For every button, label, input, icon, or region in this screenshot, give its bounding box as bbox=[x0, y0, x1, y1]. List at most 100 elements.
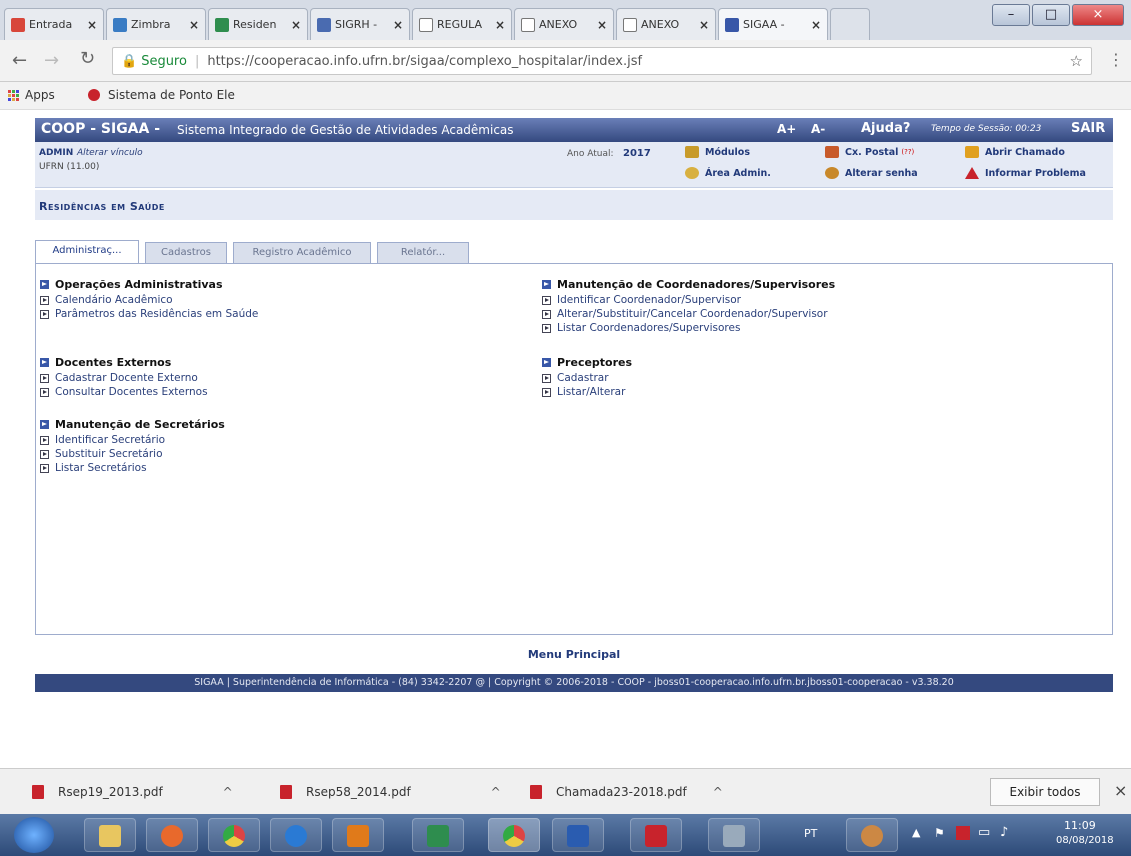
logout-link[interactable]: SAIR bbox=[1071, 121, 1105, 136]
browser-tab-anexo-1[interactable]: ANEXO × bbox=[514, 8, 614, 40]
tab-relatorios[interactable]: Relatór... bbox=[377, 242, 469, 264]
menu-link-cadastrar-docente[interactable]: Cadastrar Docente Externo bbox=[40, 371, 208, 385]
taskbar-app-2[interactable] bbox=[846, 818, 898, 852]
bookmark-apps[interactable]: Apps bbox=[8, 88, 55, 102]
session-timer: Tempo de Sessão: 00:23 bbox=[931, 124, 1042, 134]
maximize-icon[interactable]: □ bbox=[1032, 4, 1070, 26]
menu-link-listar-secretarios[interactable]: Listar Secretários bbox=[40, 461, 225, 475]
show-all-downloads-button[interactable]: Exibir todos bbox=[990, 778, 1100, 806]
taskbar-chrome-active[interactable] bbox=[488, 818, 540, 852]
tab-administracao[interactable]: Administraç... bbox=[35, 240, 139, 265]
tab-label: SIGRH - bbox=[335, 18, 378, 31]
network-icon[interactable]: ▭ bbox=[978, 825, 990, 840]
close-tab-icon[interactable]: × bbox=[811, 18, 821, 32]
admin-area-link[interactable]: Área Admin. bbox=[685, 167, 771, 179]
volume-icon[interactable]: ♪ bbox=[1000, 825, 1008, 840]
bookmark-ponto[interactable]: Sistema de Ponto Ele bbox=[88, 88, 235, 102]
item-label: Identificar Secretário bbox=[55, 434, 166, 446]
chevron-up-icon[interactable]: ^ bbox=[713, 785, 723, 799]
menu-link-cadastrar-preceptor[interactable]: Cadastrar bbox=[542, 371, 632, 385]
clock-date[interactable]: 08/08/2018 bbox=[1056, 835, 1114, 846]
download-item[interactable]: Rsep19_2013.pdf ^ bbox=[32, 779, 233, 805]
close-tab-icon[interactable]: × bbox=[699, 18, 709, 32]
section-title: Preceptores bbox=[542, 356, 632, 369]
taskbar-acrobat[interactable] bbox=[630, 818, 682, 852]
taskbar-word[interactable] bbox=[552, 818, 604, 852]
back-arrow-icon[interactable]: ← bbox=[12, 50, 27, 71]
browser-tab-residencia[interactable]: Residen × bbox=[208, 8, 308, 40]
word-icon bbox=[567, 825, 589, 847]
chrome-icon bbox=[503, 825, 525, 847]
close-window-icon[interactable]: × bbox=[1072, 4, 1124, 26]
modules-link[interactable]: Módulos bbox=[685, 146, 750, 158]
font-decrease-button[interactable]: A- bbox=[811, 122, 825, 136]
star-icon[interactable]: ☆ bbox=[1070, 52, 1083, 70]
browser-tab-entrada[interactable]: Entrada × bbox=[4, 8, 104, 40]
forward-arrow-icon[interactable]: → bbox=[44, 50, 59, 71]
change-password-link[interactable]: Alterar senha bbox=[825, 167, 918, 179]
tab-label: ANEXO bbox=[539, 18, 578, 31]
report-problem-link[interactable]: Informar Problema bbox=[965, 167, 1086, 179]
menu-link-identificar-secretario[interactable]: Identificar Secretário bbox=[40, 433, 225, 447]
folder-icon bbox=[99, 825, 121, 847]
chevron-up-icon[interactable]: ^ bbox=[491, 785, 501, 799]
close-tab-icon[interactable]: × bbox=[495, 18, 505, 32]
close-tab-icon[interactable]: × bbox=[597, 18, 607, 32]
menu-link-parametros[interactable]: Parâmetros das Residências em Saúde bbox=[40, 307, 258, 321]
bookmark-label: Sistema de Ponto Ele bbox=[108, 88, 235, 102]
tab-cadastros[interactable]: Cadastros bbox=[145, 242, 227, 264]
tray-up-icon[interactable]: ▲ bbox=[912, 826, 920, 839]
menu-link-identificar-coordenador[interactable]: Identificar Coordenador/Supervisor bbox=[542, 293, 835, 307]
help-link[interactable]: Ajuda? bbox=[861, 121, 910, 136]
font-increase-button[interactable]: A+ bbox=[777, 122, 796, 136]
close-tab-icon[interactable]: × bbox=[87, 18, 97, 32]
close-tab-icon[interactable]: × bbox=[393, 18, 403, 32]
menu-link-calendario[interactable]: Calendário Acadêmico bbox=[40, 293, 258, 307]
start-button[interactable] bbox=[14, 817, 54, 853]
menu-icon[interactable]: ⋮ bbox=[1108, 50, 1124, 69]
document-icon bbox=[623, 17, 637, 32]
download-item[interactable]: Rsep58_2014.pdf ^ bbox=[280, 779, 501, 805]
menu-link-consultar-docentes[interactable]: Consultar Docentes Externos bbox=[40, 385, 208, 399]
postal-box-link[interactable]: Cx. Postal (??) bbox=[825, 146, 914, 158]
new-tab-button[interactable] bbox=[830, 8, 870, 40]
open-ticket-link[interactable]: Abrir Chamado bbox=[965, 146, 1065, 158]
download-filename: Rsep58_2014.pdf bbox=[306, 785, 411, 799]
close-tab-icon[interactable]: × bbox=[291, 18, 301, 32]
taskbar-firefox[interactable] bbox=[146, 818, 198, 852]
section-arrow-icon bbox=[40, 280, 49, 289]
taskbar-ie[interactable] bbox=[270, 818, 322, 852]
reload-icon[interactable]: ↻ bbox=[80, 48, 95, 69]
taskbar-excel[interactable] bbox=[412, 818, 464, 852]
download-item[interactable]: Chamada23-2018.pdf ^ bbox=[530, 779, 723, 805]
close-downloads-icon[interactable]: × bbox=[1114, 781, 1127, 800]
taskbar-explorer[interactable] bbox=[84, 818, 136, 852]
close-tab-icon[interactable]: × bbox=[189, 18, 199, 32]
tab-registro-academico[interactable]: Registro Acadêmico bbox=[233, 242, 371, 264]
clock-time[interactable]: 11:09 bbox=[1064, 819, 1096, 832]
pdf-tray-icon[interactable] bbox=[956, 826, 970, 840]
minimize-icon[interactable]: – bbox=[992, 4, 1030, 26]
mailbox-icon bbox=[825, 146, 839, 158]
main-menu-link[interactable]: Menu Principal bbox=[35, 648, 1113, 661]
browser-tab-sigrh[interactable]: SIGRH - × bbox=[310, 8, 410, 40]
change-vinculo-link[interactable]: Alterar vínculo bbox=[77, 148, 143, 158]
browser-tab-sigaa[interactable]: SIGAA - × bbox=[718, 8, 828, 40]
url-input[interactable]: 🔒 Seguro | https://cooperacao.info.ufrn.… bbox=[112, 47, 1092, 75]
taskbar-app[interactable] bbox=[708, 818, 760, 852]
taskbar-chrome[interactable] bbox=[208, 818, 260, 852]
firefox-icon bbox=[161, 825, 183, 847]
browser-tab-zimbra[interactable]: Zimbra × bbox=[106, 8, 206, 40]
chevron-up-icon[interactable]: ^ bbox=[223, 785, 233, 799]
browser-tab-regula[interactable]: REGULA × bbox=[412, 8, 512, 40]
browser-tab-strip: Entrada × Zimbra × Residen × SIGRH - × R… bbox=[0, 0, 1131, 40]
menu-link-listar-preceptores[interactable]: Listar/Alterar bbox=[542, 385, 632, 399]
menu-link-alterar-coordenador[interactable]: Alterar/Substituir/Cancelar Coordenador/… bbox=[542, 307, 835, 321]
menu-link-substituir-secretario[interactable]: Substituir Secretário bbox=[40, 447, 225, 461]
taskbar-outlook[interactable] bbox=[332, 818, 384, 852]
browser-tab-anexo-2[interactable]: ANEXO × bbox=[616, 8, 716, 40]
flag-icon[interactable]: ⚑ bbox=[934, 826, 945, 840]
section-title-text: Preceptores bbox=[557, 356, 633, 369]
menu-link-listar-coordenadores[interactable]: Listar Coordenadores/Supervisores bbox=[542, 321, 835, 335]
language-indicator[interactable]: PT bbox=[804, 827, 817, 840]
